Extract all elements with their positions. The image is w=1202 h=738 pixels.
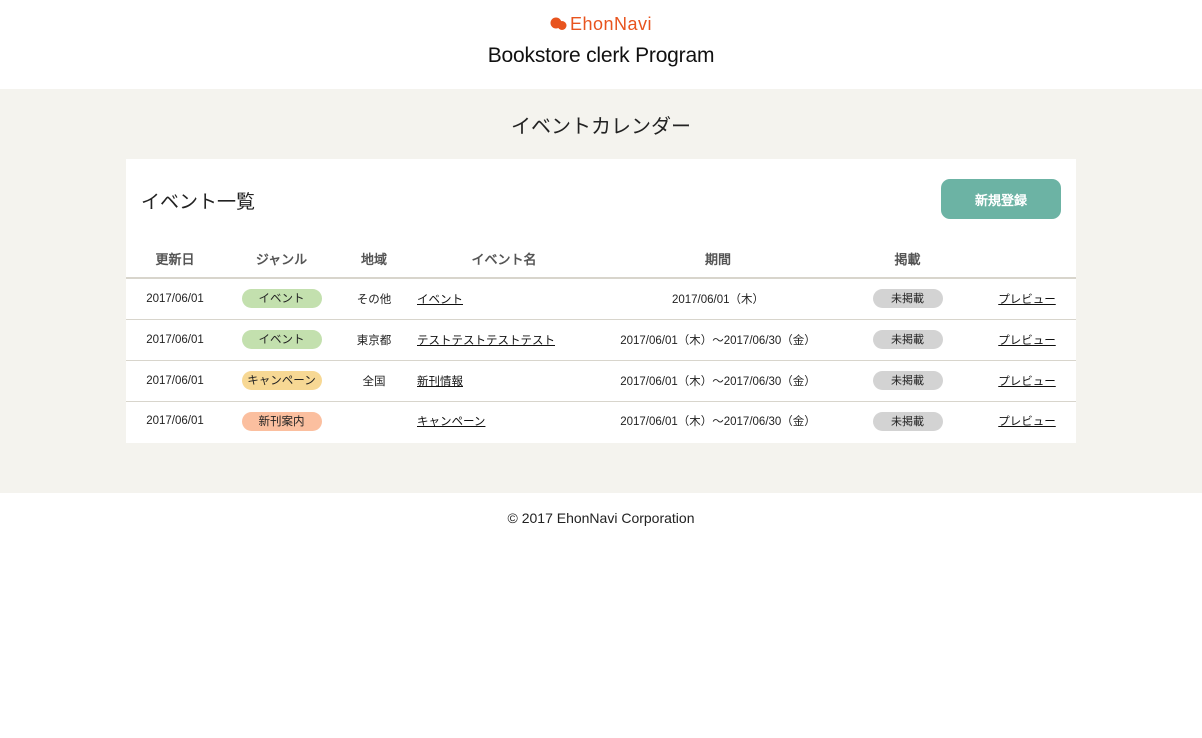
program-subtitle: Bookstore clerk Program — [487, 44, 715, 67]
status-badge: 未掲載 — [872, 371, 943, 390]
main-content: イベントカレンダー イベント一覧 新規登録 更新日 ジャンル 地域 イベント名 … — [0, 89, 1202, 493]
event-name-link[interactable]: 新刊情報 — [417, 376, 463, 388]
status-badge: 未掲載 — [872, 289, 943, 309]
site-header: EhonNavi Bookstore clerk Program — [0, 0, 1202, 89]
table-header-row: 更新日 ジャンル 地域 イベント名 期間 掲載 — [126, 239, 1076, 279]
event-list-card: イベント一覧 新規登録 更新日 ジャンル 地域 イベント名 期間 掲載 2017… — [126, 159, 1076, 443]
column-header-action — [978, 239, 1076, 279]
column-header-region: 地域 — [339, 239, 409, 279]
status-badge: 未掲載 — [872, 411, 943, 431]
genre-badge: キャンペーン — [241, 371, 322, 390]
updated-date: 2017/06/01 — [126, 360, 224, 402]
column-header-event-name: イベント名 — [409, 239, 599, 279]
table-row: 2017/06/01 イベント その他 イベント 2017/06/01（木） 未… — [126, 278, 1076, 320]
column-header-updated: 更新日 — [126, 239, 224, 279]
preview-link[interactable]: プレビュー — [998, 294, 1056, 306]
column-header-period: 期間 — [599, 239, 837, 279]
updated-date: 2017/06/01 — [126, 278, 224, 320]
status-badge: 未掲載 — [872, 330, 943, 349]
table-row: 2017/06/01 キャンペーン 全国 新刊情報 2017/06/01（木）～… — [126, 360, 1076, 402]
period: 2017/06/01（木）～2017/06/30（金） — [599, 360, 837, 402]
table-row: 2017/06/01 新刊案内 キャンペーン 2017/06/01（木）～201… — [126, 401, 1076, 441]
column-header-genre: ジャンル — [224, 239, 339, 279]
column-header-published: 掲載 — [837, 239, 978, 279]
period: 2017/06/01（木）～2017/06/30（金） — [620, 416, 816, 429]
event-name-link[interactable]: イベント — [417, 294, 463, 306]
period: 2017/06/01（木）～2017/06/30（金） — [599, 319, 837, 361]
event-name-link[interactable]: キャンペーン — [417, 416, 485, 428]
page-title: イベントカレンダー — [511, 114, 691, 138]
region: 東京都 — [339, 319, 409, 361]
period: 2017/06/01（木） — [599, 278, 837, 320]
new-registration-button[interactable]: 新規登録 — [941, 179, 1061, 219]
site-footer: © 2017 EhonNavi Corporation — [0, 493, 1202, 738]
updated-date: 2017/06/01 — [146, 415, 204, 428]
table-row: 2017/06/01 イベント 東京都 テストテストテストテスト 2017/06… — [126, 319, 1076, 361]
region — [339, 401, 409, 441]
event-table: 更新日 ジャンル 地域 イベント名 期間 掲載 2017/06/01 イベント … — [126, 239, 1076, 441]
preview-link[interactable]: プレビュー — [998, 376, 1056, 388]
preview-link[interactable]: プレビュー — [998, 416, 1056, 428]
preview-link[interactable]: プレビュー — [998, 335, 1056, 347]
speech-bubble-icon — [550, 17, 567, 31]
card-title: イベント一覧 — [141, 191, 256, 213]
logo-text: EhonNavi — [569, 13, 653, 34]
genre-badge: イベント — [241, 289, 322, 309]
site-logo[interactable]: EhonNavi — [550, 13, 652, 35]
genre-badge: 新刊案内 — [241, 411, 322, 431]
region: 全国 — [339, 360, 409, 402]
genre-badge: イベント — [241, 330, 322, 349]
updated-date: 2017/06/01 — [126, 319, 224, 361]
region: その他 — [339, 278, 409, 320]
event-name-link[interactable]: テストテストテストテスト — [417, 335, 555, 347]
copyright-text: © 2017 EhonNavi Corporation — [507, 510, 695, 526]
